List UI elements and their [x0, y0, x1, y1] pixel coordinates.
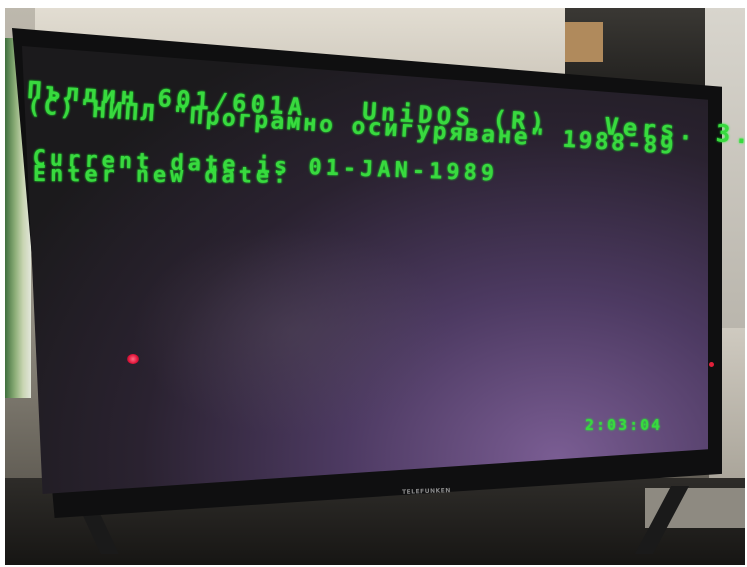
- power-led-icon: [709, 362, 714, 367]
- terminal-clock: 2:03:04: [585, 416, 663, 434]
- red-light-reflection: [127, 354, 139, 364]
- cardboard-box: [565, 22, 603, 62]
- screen-glare: [132, 226, 452, 436]
- terminal-line-4: Enter new date:: [32, 162, 291, 189]
